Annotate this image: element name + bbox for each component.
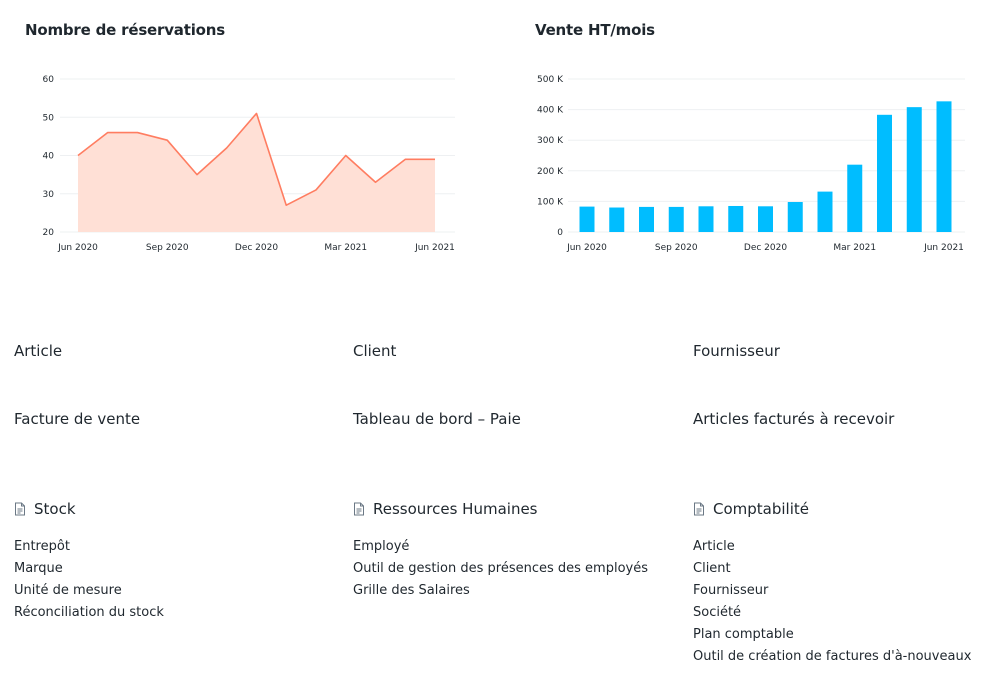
x-tick-label: Jun 2021 bbox=[923, 243, 964, 253]
area-fill bbox=[78, 113, 435, 232]
y-tick-label: 30 bbox=[43, 190, 55, 200]
y-tick-label: 400 K bbox=[537, 106, 564, 116]
bar bbox=[698, 206, 714, 232]
rh-link-list: Employé Outil de gestion des présences d… bbox=[353, 536, 648, 602]
link-societe[interactable]: Société bbox=[693, 602, 971, 624]
link-plan-comptable[interactable]: Plan comptable bbox=[693, 624, 971, 646]
x-tick-label: Jun 2020 bbox=[566, 243, 607, 253]
link-unite-de-mesure[interactable]: Unité de mesure bbox=[14, 580, 164, 602]
data-point bbox=[226, 147, 228, 149]
x-tick-label: Jun 2020 bbox=[57, 243, 98, 253]
section-stock-label: Stock bbox=[34, 500, 76, 518]
data-point bbox=[404, 158, 406, 160]
document-icon bbox=[14, 502, 26, 516]
shortcut-client[interactable]: Client bbox=[353, 342, 396, 360]
link-outil-presences[interactable]: Outil de gestion des présences des emplo… bbox=[353, 558, 648, 580]
data-point bbox=[196, 174, 198, 176]
bar bbox=[579, 206, 595, 232]
bar bbox=[728, 205, 744, 232]
section-stock-title: Stock bbox=[14, 500, 76, 518]
bar bbox=[817, 191, 833, 232]
x-tick-label: Jun 2021 bbox=[414, 243, 455, 253]
y-tick-label: 500 K bbox=[537, 75, 564, 85]
x-tick-label: Mar 2021 bbox=[833, 243, 876, 253]
link-reconciliation-du-stock[interactable]: Réconciliation du stock bbox=[14, 602, 164, 624]
data-point bbox=[77, 155, 79, 157]
comptabilite-link-list: Article Client Fournisseur Société Plan … bbox=[693, 536, 971, 668]
stock-link-list: Entrepôt Marque Unité de mesure Réconcil… bbox=[14, 536, 164, 624]
data-point bbox=[285, 204, 287, 206]
bar bbox=[668, 206, 684, 232]
bar bbox=[877, 114, 892, 232]
shortcut-tableau-de-bord-paie[interactable]: Tableau de bord – Paie bbox=[353, 410, 521, 428]
data-point bbox=[107, 132, 109, 134]
sales-chart-card: Vente HT/mois 0 100 K 200 K 300 K 400 K 500 K… bbox=[510, 0, 1005, 270]
data-point bbox=[434, 158, 436, 160]
data-point bbox=[345, 155, 347, 157]
shortcut-articles-factures-a-recevoir[interactable]: Articles facturés à recevoir bbox=[693, 410, 894, 428]
bar bbox=[639, 206, 654, 232]
link-grille-des-salaires[interactable]: Grille des Salaires bbox=[353, 580, 648, 602]
shortcut-facture-de-vente[interactable]: Facture de vente bbox=[14, 410, 140, 428]
bar bbox=[847, 164, 863, 232]
y-tick-label: 0 bbox=[557, 228, 563, 238]
y-tick-label: 60 bbox=[43, 75, 55, 85]
x-tick-label: Sep 2020 bbox=[146, 243, 189, 253]
x-tick-label: Sep 2020 bbox=[655, 243, 698, 253]
section-rh-title: Ressources Humaines bbox=[353, 500, 538, 518]
bar bbox=[758, 206, 773, 232]
y-tick-label: 300 K bbox=[537, 136, 564, 146]
y-tick-label: 20 bbox=[43, 228, 55, 238]
y-tick-label: 200 K bbox=[537, 167, 564, 177]
data-point bbox=[375, 181, 377, 183]
y-tick-label: 40 bbox=[43, 152, 55, 162]
bar bbox=[906, 107, 922, 232]
section-rh-label: Ressources Humaines bbox=[373, 500, 538, 518]
bar bbox=[787, 202, 803, 232]
shortcut-fournisseur[interactable]: Fournisseur bbox=[693, 342, 780, 360]
reservations-chart-card: Nombre de réservations 20 30 40 50 60 Jun 202… bbox=[0, 0, 480, 270]
data-point bbox=[166, 139, 168, 141]
data-point bbox=[315, 189, 317, 191]
link-fournisseur[interactable]: Fournisseur bbox=[693, 580, 971, 602]
bar bbox=[936, 101, 952, 232]
reservations-chart[interactable]: 20 30 40 50 60 Jun 2020 Sep 2020 Dec 2020 Mar 20… bbox=[0, 0, 480, 270]
section-comptabilite-label: Comptabilité bbox=[713, 500, 809, 518]
x-tick-label: Mar 2021 bbox=[324, 243, 367, 253]
y-tick-label: 100 K bbox=[537, 197, 564, 207]
link-employe[interactable]: Employé bbox=[353, 536, 648, 558]
link-entrepot[interactable]: Entrepôt bbox=[14, 536, 164, 558]
link-client[interactable]: Client bbox=[693, 558, 971, 580]
link-article[interactable]: Article bbox=[693, 536, 971, 558]
document-icon bbox=[353, 502, 365, 516]
link-marque[interactable]: Marque bbox=[14, 558, 164, 580]
x-tick-label: Dec 2020 bbox=[744, 243, 787, 253]
shortcut-article[interactable]: Article bbox=[14, 342, 62, 360]
y-tick-label: 50 bbox=[43, 113, 55, 123]
data-point bbox=[137, 132, 139, 134]
link-outil-factures-a-nouveaux[interactable]: Outil de création de factures d'à-nouvea… bbox=[693, 646, 971, 668]
sales-chart[interactable]: 0 100 K 200 K 300 K 400 K 500 K Jun 2020 Sep 20… bbox=[510, 0, 1005, 270]
section-comptabilite-title: Comptabilité bbox=[693, 500, 809, 518]
document-icon bbox=[693, 502, 705, 516]
data-point bbox=[256, 112, 258, 114]
bar bbox=[609, 207, 625, 232]
x-tick-label: Dec 2020 bbox=[235, 243, 278, 253]
